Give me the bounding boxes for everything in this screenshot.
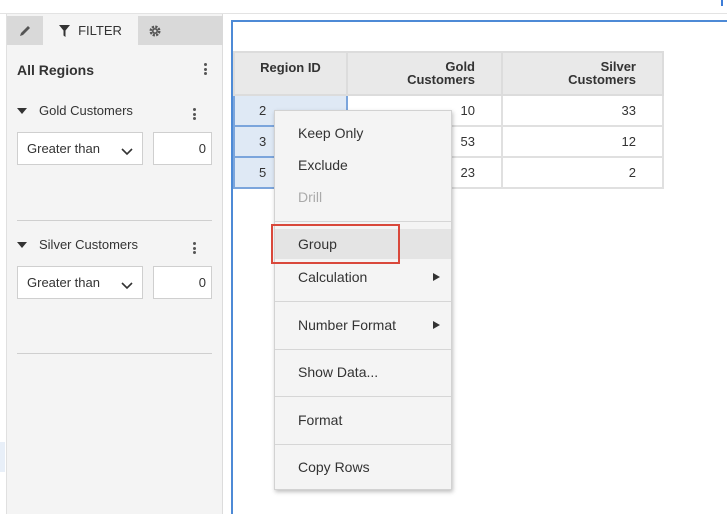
column-header-silver-customers-label: Silver Customers (568, 59, 636, 87)
menu-item-keep-only[interactable]: Keep Only (275, 118, 451, 148)
filter-silver-operator-select[interactable]: Greater than (17, 266, 143, 299)
table-cell-silver[interactable]: 33 (501, 94, 664, 127)
column-header-gold-customers[interactable]: Gold Customers (346, 51, 503, 96)
filter-gold-label: Gold Customers (39, 103, 133, 118)
panel-tabs: FILTER (7, 16, 223, 45)
left-strip (0, 14, 7, 514)
table-cell-silver[interactable]: 2 (501, 156, 664, 189)
pencil-icon (20, 25, 30, 36)
filter-silver-value-input[interactable]: 0 (153, 266, 212, 299)
menu-item-exclude[interactable]: Exclude (275, 150, 451, 180)
table-header-row: Region ID Gold Customers Silver Customer… (233, 51, 664, 96)
submenu-arrow-icon (433, 273, 440, 281)
menu-separator (275, 396, 451, 397)
column-header-gold-customers-label: Gold Customers (407, 59, 475, 87)
menu-separator (275, 221, 451, 222)
filter-gold-operator-select[interactable]: Greater than (17, 132, 143, 165)
menu-item-label: Drill (298, 189, 323, 205)
menu-separator (275, 349, 451, 350)
submenu-arrow-icon (433, 321, 440, 329)
collapse-caret-icon (17, 241, 27, 248)
top-bar-accent (721, 0, 723, 6)
filter-silver-header[interactable]: Silver Customers (17, 237, 138, 252)
menu-item-number-format[interactable]: Number Format (275, 310, 451, 340)
menu-item-label: Copy Rows (298, 459, 370, 475)
menu-item-label: Exclude (298, 157, 348, 173)
table-cell-silver[interactable]: 12 (501, 125, 664, 158)
filter-panel: FILTER All Regions Gold Customers Greate… (7, 14, 223, 514)
gear-icon (149, 24, 161, 37)
menu-item-label: Format (298, 412, 343, 428)
tab-filter[interactable]: FILTER (43, 16, 138, 45)
filter-gold-header[interactable]: Gold Customers (17, 103, 133, 118)
menu-separator (275, 444, 451, 445)
context-menu: Keep Only Exclude Drill Group Calculatio… (274, 110, 452, 490)
menu-item-label: Number Format (298, 317, 397, 333)
tab-edit[interactable] (7, 16, 43, 45)
filter-silver-operator-value: Greater than (27, 275, 100, 290)
funnel-icon (59, 24, 71, 37)
collapse-caret-icon (17, 107, 27, 114)
highlight-annotation (271, 224, 400, 264)
menu-item-label: Calculation (298, 269, 368, 285)
filter-silver-label: Silver Customers (39, 237, 138, 252)
menu-item-label: Keep Only (298, 125, 364, 141)
filter-gold-value-input[interactable]: 0 (153, 132, 212, 165)
column-header-region-id[interactable]: Region ID (233, 51, 348, 96)
chevron-down-icon (121, 281, 133, 289)
tab-settings[interactable] (138, 16, 172, 45)
left-strip-marker (0, 442, 5, 472)
menu-separator (275, 301, 451, 302)
panel-title: All Regions (17, 62, 95, 78)
filter-gold-more-icon[interactable] (188, 106, 200, 122)
section-divider (17, 353, 212, 354)
menu-item-label: Show Data... (298, 364, 379, 380)
menu-item-drill: Drill (275, 182, 451, 212)
menu-item-show-data[interactable]: Show Data... (275, 357, 451, 387)
section-divider (17, 220, 212, 221)
menu-item-calculation[interactable]: Calculation (275, 262, 451, 292)
filter-silver-more-icon[interactable] (188, 240, 200, 256)
filter-gold-operator-value: Greater than (27, 141, 100, 156)
column-header-silver-customers[interactable]: Silver Customers (501, 51, 664, 96)
menu-item-format[interactable]: Format (275, 405, 451, 435)
top-bar (0, 0, 727, 14)
tab-filter-label: FILTER (78, 23, 122, 38)
panel-more-icon[interactable] (199, 61, 211, 77)
chevron-down-icon (121, 147, 133, 155)
menu-item-copy-rows[interactable]: Copy Rows (275, 452, 451, 482)
